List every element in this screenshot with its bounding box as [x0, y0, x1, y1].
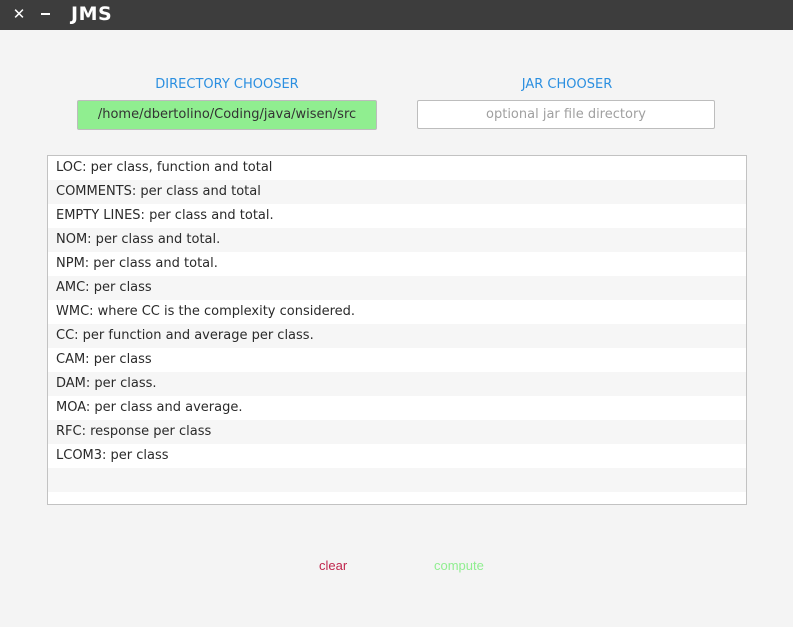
compute-button[interactable]: compute	[428, 557, 490, 574]
jar-chooser-button[interactable]: JAR CHOOSER	[417, 77, 717, 92]
list-item[interactable]: AMC: per class	[48, 276, 746, 300]
list-item[interactable]: LOC: per class, function and total	[48, 156, 746, 180]
list-item[interactable]: LCOM3: per class	[48, 444, 746, 468]
directory-chooser-button[interactable]: DIRECTORY CHOOSER	[77, 77, 377, 92]
directory-path-field[interactable]: /home/dbertolino/Coding/java/wisen/src	[77, 100, 377, 130]
close-icon[interactable]: ✕	[11, 6, 27, 22]
list-item[interactable]: NOM: per class and total.	[48, 228, 746, 252]
minimize-icon[interactable]	[38, 6, 54, 22]
list-item[interactable]: MOA: per class and average.	[48, 396, 746, 420]
metrics-list[interactable]: LOC: per class, function and total COMME…	[47, 155, 747, 505]
clear-button[interactable]: clear	[313, 557, 353, 574]
list-item[interactable]: NPM: per class and total.	[48, 252, 746, 276]
window-titlebar: ✕ JMS	[0, 0, 793, 30]
list-item[interactable]: DAM: per class.	[48, 372, 746, 396]
empty-list-row	[48, 468, 746, 492]
list-item[interactable]: EMPTY LINES: per class and total.	[48, 204, 746, 228]
list-item[interactable]: CC: per function and average per class.	[48, 324, 746, 348]
list-item[interactable]: COMMENTS: per class and total	[48, 180, 746, 204]
list-item[interactable]: WMC: where CC is the complexity consider…	[48, 300, 746, 324]
window-title: JMS	[71, 3, 113, 25]
list-item[interactable]: CAM: per class	[48, 348, 746, 372]
jar-directory-input[interactable]	[417, 100, 715, 129]
list-item[interactable]: RFC: response per class	[48, 420, 746, 444]
